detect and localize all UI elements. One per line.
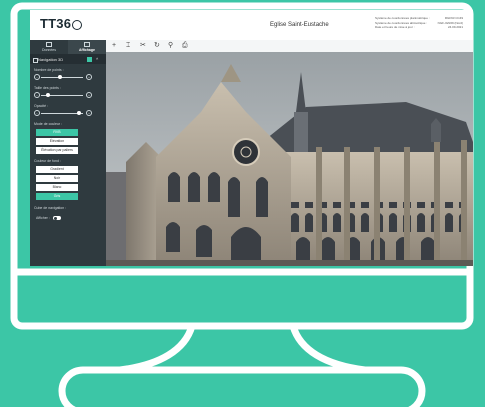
navigation-3d-section[interactable]: Navigation 3D ˄ [30,54,106,64]
viewer-toolbar: + ⌶ ✂ ↻ ⚲ ⎙ [106,40,473,52]
meta-label: Date et heure de mise à jour : [375,25,415,29]
color-mode-label: Mode de couleur : [34,122,63,126]
point-size-slider[interactable]: − + [34,92,92,98]
toggle-knob[interactable] [53,216,57,220]
coordinate-info: Système de coordonnées planimétrique : RG… [375,16,463,30]
color-mode-elevation-button[interactable]: Élévation [36,138,78,145]
nav-cube-label: Cube de navigation : [34,206,67,210]
chevron-up-icon[interactable]: ˄ [96,56,98,61]
minus-icon[interactable]: − [34,110,40,116]
plus-icon[interactable]: + [86,92,92,98]
measure-icon[interactable]: ⌶ [126,42,130,50]
point-count-slider[interactable]: − + [34,74,92,80]
location-pin-icon[interactable]: ⚲ [168,42,173,50]
plus-icon[interactable]: + [86,74,92,80]
sidebar-tabs: Données Affichage [30,40,106,54]
slider-knob[interactable] [58,74,63,79]
tab-label: Données [41,48,56,52]
tab-affichage[interactable]: Affichage [68,40,106,54]
page-title: Eglise Saint-Eustache [270,22,329,28]
app-screen: TT36 Eglise Saint-Eustache Système de co… [30,10,473,266]
section-label: Navigation 3D [38,57,64,62]
layers-icon [46,42,52,47]
tab-donnees[interactable]: Données [30,40,68,54]
display-icon [84,42,90,47]
app-header: TT36 Eglise Saint-Eustache Système de co… [30,10,473,40]
reset-icon[interactable]: ↻ [154,42,160,50]
background-grey-button[interactable]: Gris [36,193,78,200]
plus-icon[interactable]: + [86,110,92,116]
opacity-label: Opacité : [34,104,49,108]
meta-value: 24.09.2021 [447,25,463,29]
background-label: Couleur de fond : [34,159,61,163]
print-icon[interactable]: ⎙ [182,42,188,50]
nav-cube-toggle[interactable] [53,216,61,220]
point-cloud-viewport[interactable] [106,52,473,266]
color-mode-steps-button[interactable]: Élévation par paliers [36,147,78,154]
settings-sidebar: Données Affichage Navigation 3D ˄ Nombre… [30,40,106,266]
slider-knob[interactable] [45,92,50,97]
slider-knob[interactable] [77,110,82,115]
church-point-cloud [106,52,473,266]
logo-text: TT36 [40,16,72,31]
point-size-label: Taille des points : [34,86,61,90]
move-icon[interactable]: + [112,42,116,50]
app-logo: TT36 [40,16,83,31]
show-label: Afficher : [36,216,50,220]
background-gradient-button[interactable]: Gradient [36,166,78,173]
background-black-button[interactable]: Noir [36,175,78,182]
minus-icon[interactable]: − [34,92,40,98]
tab-label: Affichage [79,48,95,52]
background-white-button[interactable]: Blanc [36,184,78,191]
scissors-icon[interactable]: ✂ [140,42,146,50]
point-count-label: Nombre de points : [34,68,64,72]
minus-icon[interactable]: − [34,74,40,80]
navigation-3d-checkbox[interactable] [87,56,92,62]
globe-icon [72,19,83,30]
meta-row: Date et heure de mise à jour : 24.09.2021 [375,25,463,30]
color-mode-rvb-button[interactable]: RVB [36,129,78,136]
opacity-slider[interactable]: − + [34,110,92,116]
